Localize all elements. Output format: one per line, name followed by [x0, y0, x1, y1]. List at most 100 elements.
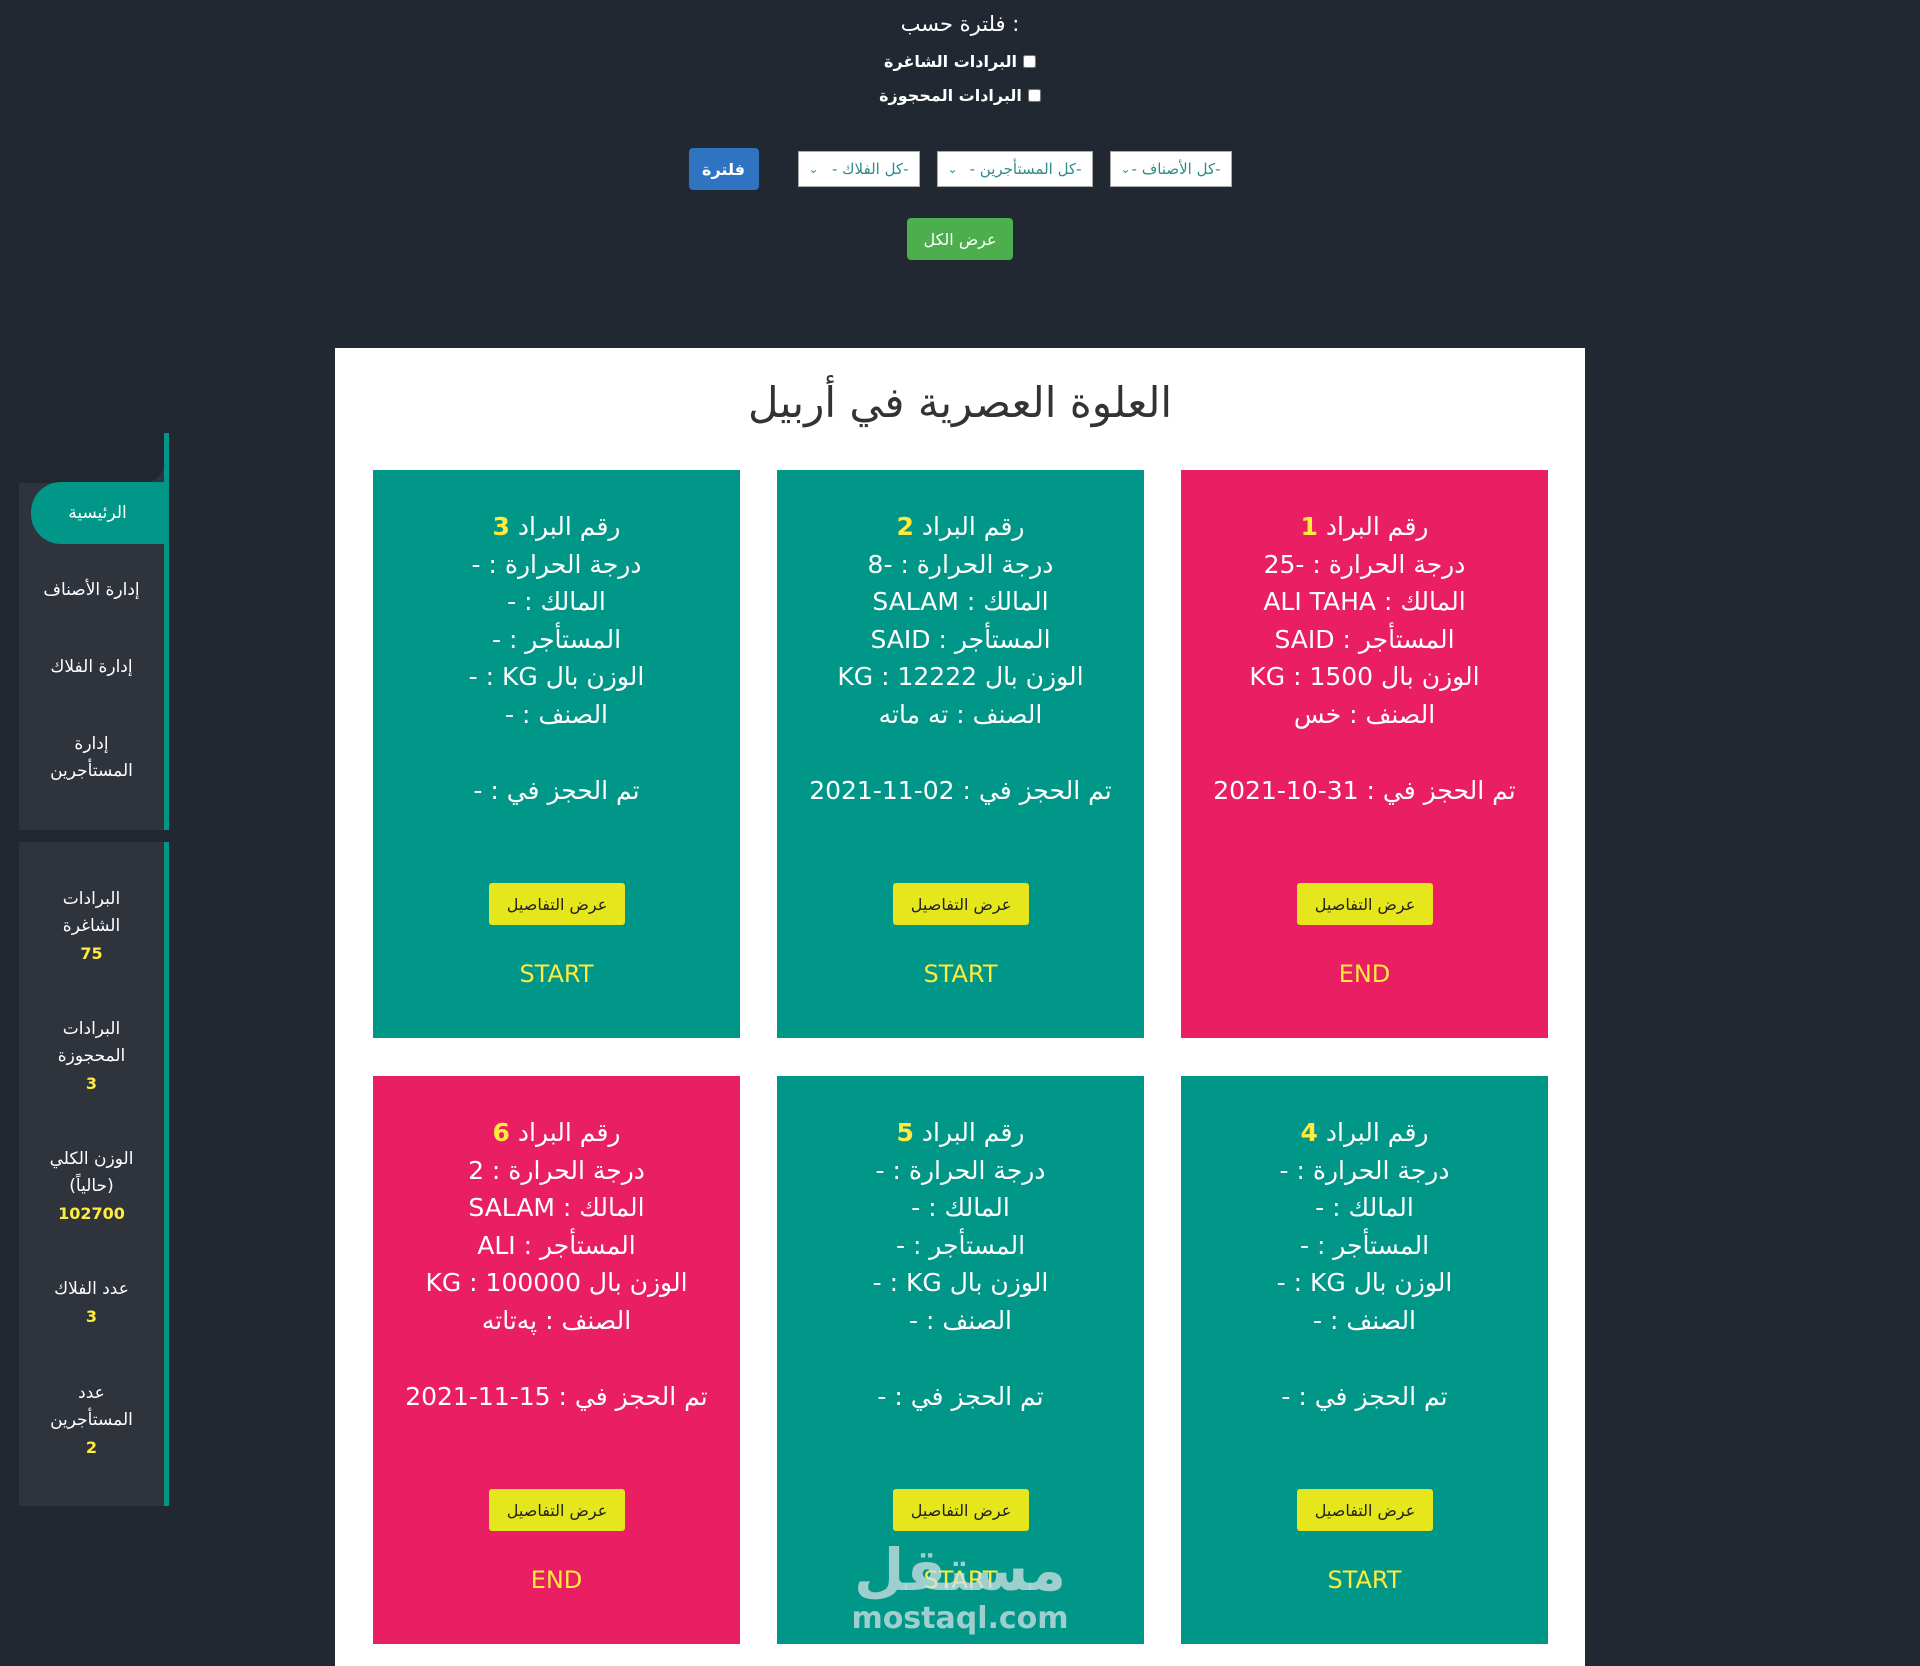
temperature-line: درجة الحرارة : - — [1181, 1152, 1548, 1190]
booked-line: تم الحجز في : - — [373, 772, 740, 810]
tenant-value: ALI — [477, 1230, 516, 1260]
temperature-line: درجة الحرارة : -25 — [1181, 546, 1548, 584]
watermark-latin: mostaql.com — [851, 1601, 1069, 1636]
booked-label: تم الحجز في : — [962, 776, 1112, 805]
category-label: الصنف : — [521, 699, 609, 729]
tenant-value: SAID — [1274, 624, 1335, 654]
weight-value: - — [468, 662, 478, 691]
tenant-label: المستأجر : — [508, 624, 622, 654]
details-button[interactable]: عرض التفاصيل — [893, 1489, 1029, 1531]
farmers-select-value: -كل الفلاك - — [831, 160, 909, 178]
categories-select[interactable]: -كل الأصناف - ⌄ — [1109, 151, 1232, 187]
main-panel: العلوة العصرية في أربيل رقم البراد 1 درجة… — [335, 348, 1585, 1666]
category-label: الصنف : — [545, 1305, 632, 1335]
weight-value: 1500 — [1309, 662, 1374, 691]
fridge-card: رقم البراد 4 درجة الحرارة : - المالك : - ال… — [1181, 1076, 1548, 1644]
tenant-value: - — [895, 1230, 905, 1260]
stat-label: البرادات الشاغرة — [62, 889, 121, 936]
tenant-line: المستأجر : - — [373, 621, 740, 659]
booked-line: تم الحجز في : - — [777, 1378, 1144, 1416]
owner-value: - — [1315, 1193, 1325, 1222]
tenant-label: المستأجر : — [1316, 1230, 1430, 1260]
weight-value: - — [1276, 1268, 1286, 1297]
owner-label: المالك : — [966, 587, 1049, 616]
fridge-number: 3 — [492, 512, 510, 541]
weight-value: 100000 — [485, 1268, 581, 1297]
booked-checkbox[interactable] — [1027, 89, 1041, 102]
sidebar-item-home[interactable]: الرئيسية — [31, 482, 164, 544]
farmers-select[interactable]: -كل الفلاك - ⌄ — [797, 151, 920, 187]
chevron-down-icon: ⌄ — [1120, 162, 1131, 176]
tenants-select[interactable]: -كل المستأجرين - ⌄ — [936, 151, 1093, 187]
vacant-checkbox[interactable] — [1022, 55, 1036, 68]
temperature-line: درجة الحرارة : - — [373, 546, 740, 584]
fridge-info: رقم البراد 5 درجة الحرارة : - المالك : - ال… — [777, 1114, 1144, 1339]
details-button[interactable]: عرض التفاصيل — [1297, 883, 1433, 925]
show-all-button[interactable]: عرض الكل — [907, 218, 1013, 260]
stat-value: 3 — [85, 1074, 98, 1093]
category-value: - — [1312, 1305, 1323, 1335]
fridge-status: START — [923, 960, 998, 988]
category-label: الصنف : — [1329, 1305, 1417, 1335]
owner-label: المالك : — [562, 1193, 645, 1222]
tenant-line: المستأجر : - — [1181, 1227, 1548, 1265]
owner-line: المالك : ALI TAHA — [1181, 583, 1548, 621]
filter-button[interactable]: فلترة — [688, 148, 759, 190]
fridge-number-line: رقم البراد 1 — [1181, 508, 1548, 546]
fridge-number-line: رقم البراد 3 — [373, 508, 740, 546]
owner-value: SALAM — [872, 587, 959, 616]
tenant-value: - — [1299, 1230, 1309, 1260]
details-button[interactable]: عرض التفاصيل — [893, 883, 1029, 925]
owner-value: - — [911, 1193, 921, 1222]
fridge-card: رقم البراد 3 درجة الحرارة : - المالك : - ال… — [373, 470, 740, 1038]
temperature-label: درجة الحرارة : — [491, 1155, 645, 1185]
booked-label: تم الحجز في : — [1298, 1382, 1448, 1411]
fridge-status: START — [1327, 1566, 1402, 1594]
fridge-number-label: رقم البراد — [1325, 512, 1429, 541]
sidebar-item-farmers[interactable]: إدارة الفلاك — [19, 654, 164, 681]
tenant-label: المستأجر : — [938, 624, 1051, 654]
temperature-value: - — [1279, 1155, 1289, 1185]
stat-vacant-fridges: البرادات الشاغرة 75 — [19, 886, 164, 967]
owner-line: المالك : - — [777, 1189, 1144, 1227]
weight-line: الوزن بال KG : 100000 — [373, 1264, 740, 1302]
temperature-line: درجة الحرارة : - — [777, 1152, 1144, 1190]
weight-line: الوزن بال KG : - — [1181, 1264, 1548, 1302]
tenant-value: - — [491, 624, 501, 654]
category-value: - — [504, 699, 515, 729]
filter-controls: -كل الأصناف - ⌄ -كل المستأجرين - ⌄ -كل ا… — [0, 148, 1920, 190]
fridge-number-label: رقم البراد — [517, 1118, 621, 1147]
owner-line: المالك : SALAM — [373, 1189, 740, 1227]
owner-label: المالك : — [928, 1193, 1010, 1222]
sidebar-item-tenants[interactable]: إدارة المستأجرين — [19, 731, 164, 785]
category-line: الصنف : پەتاته — [373, 1302, 740, 1340]
booked-line: تم الحجز في : - — [1181, 1378, 1548, 1416]
owner-value: - — [507, 587, 517, 616]
stat-total-weight: الوزن الكلي (حالياً) 102700 — [19, 1146, 164, 1227]
temperature-value: 2 — [468, 1155, 484, 1185]
fridge-card: رقم البراد 1 درجة الحرارة : -25 المالك : A… — [1181, 470, 1548, 1038]
category-line: الصنف : - — [1181, 1302, 1548, 1340]
fridge-number: 1 — [1300, 512, 1318, 541]
categories-select-value: -كل الأصناف - — [1131, 160, 1221, 178]
fridge-number-label: رقم البراد — [1325, 1118, 1429, 1147]
sidebar-item-categories[interactable]: إدارة الأصناف — [19, 577, 164, 604]
details-button[interactable]: عرض التفاصيل — [489, 883, 625, 925]
tenant-label: المستأجر : — [523, 1230, 636, 1260]
fridge-number: 6 — [492, 1118, 510, 1147]
tenants-select-value: -كل المستأجرين - — [969, 160, 1082, 178]
temperature-label: درجة الحرارة : — [892, 1155, 1046, 1185]
fridge-status: END — [530, 1566, 583, 1594]
fridge-number-label: رقم البراد — [921, 1118, 1025, 1147]
booked-date: - — [877, 1382, 887, 1411]
booked-date: 31-10-2021 — [1213, 776, 1359, 805]
chevron-down-icon: ⌄ — [808, 162, 819, 176]
weight-line: الوزن بال KG : - — [373, 658, 740, 696]
weight-label: الوزن بال KG : — [1293, 1268, 1453, 1297]
category-line: الصنف : - — [777, 1302, 1144, 1340]
temperature-value: - — [875, 1155, 885, 1185]
details-button[interactable]: عرض التفاصيل — [1297, 1489, 1433, 1531]
details-button[interactable]: عرض التفاصيل — [489, 1489, 625, 1531]
fridge-card: رقم البراد 6 درجة الحرارة : 2 المالك : SAL… — [373, 1076, 740, 1644]
fridge-number-label: رقم البراد — [517, 512, 621, 541]
